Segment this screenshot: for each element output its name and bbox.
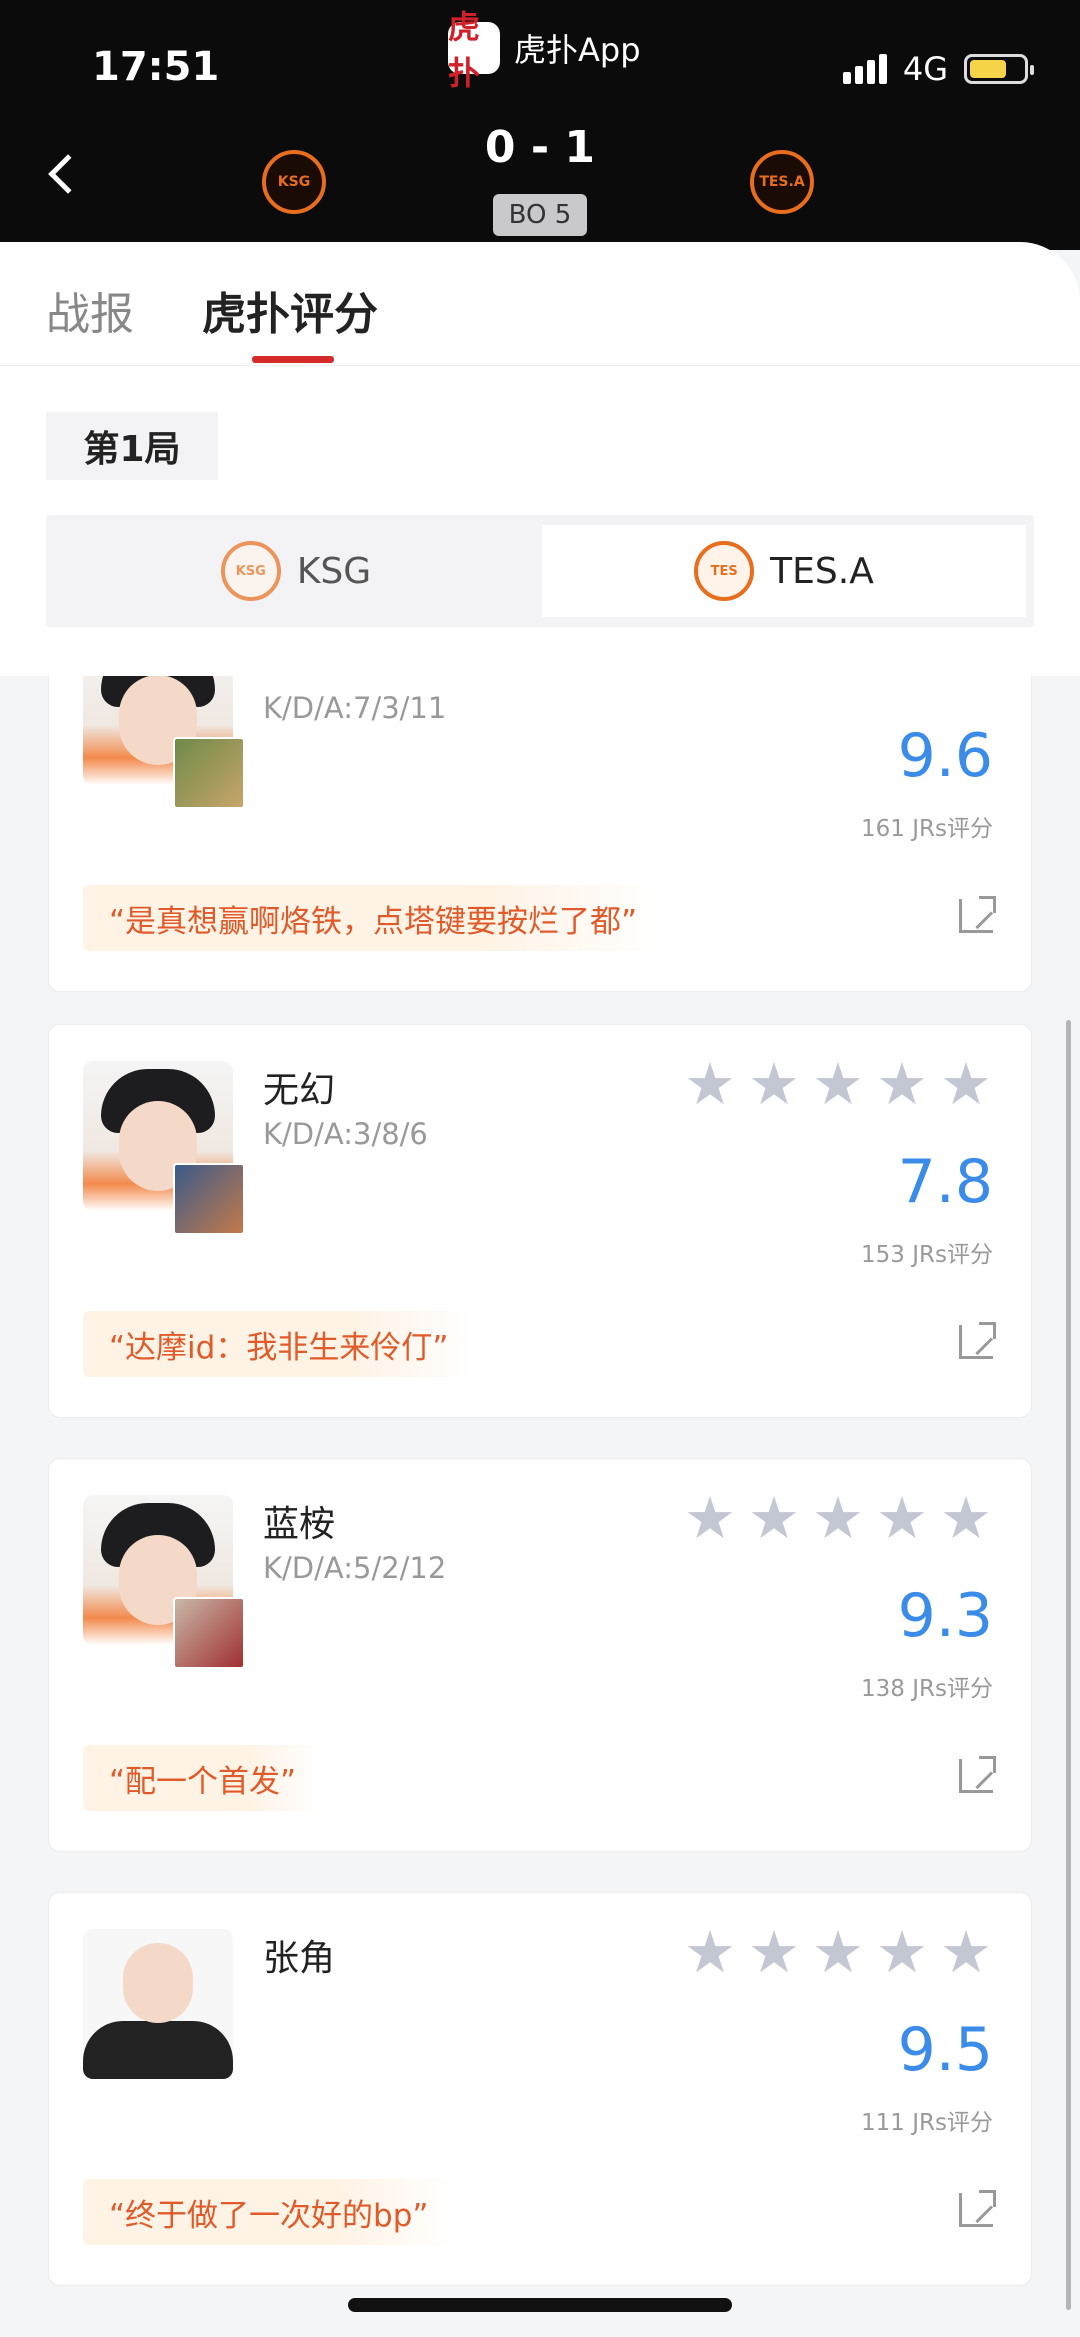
team-option-label: KSG xyxy=(296,550,372,592)
star-rating[interactable]: ★ ★ ★ ★ ★ xyxy=(683,1923,993,1981)
player-score: 9.6 xyxy=(897,721,993,791)
signal-icon xyxy=(842,54,887,84)
player-kda: K/D/A:3/8/6 xyxy=(263,1117,428,1151)
share-icon[interactable] xyxy=(959,1756,996,1793)
away-team-logo[interactable]: TES.A xyxy=(750,150,814,214)
star-icon[interactable]: ★ xyxy=(683,1489,737,1547)
star-icon[interactable]: ★ xyxy=(747,1923,801,1981)
team-option-ksg[interactable]: KSG KSG xyxy=(54,525,538,617)
player-card[interactable]: 张角 ★ ★ ★ ★ ★ 9.5 111 JRs评分 “终于做了一次好的bp” xyxy=(48,1892,1032,2286)
rating-count: 111 JRs评分 xyxy=(861,2110,993,2136)
status-time: 17:51 xyxy=(92,44,220,90)
star-icon[interactable]: ★ xyxy=(939,1489,993,1547)
player-kda: K/D/A:7/3/11 xyxy=(263,691,447,725)
top-comment[interactable]: “是真想赢啊烙铁，点塔键要按烂了都” xyxy=(83,885,664,951)
team-switch: KSG KSG TES TES.A xyxy=(46,515,1034,627)
team-option-label: TES.A xyxy=(770,550,874,592)
coach-avatar[interactable] xyxy=(83,1929,233,2079)
star-icon[interactable]: ★ xyxy=(811,1489,865,1547)
player-card[interactable]: 无幻 K/D/A:3/8/6 ★ ★ ★ ★ ★ 7.8 153 JRs评分 “达摩id… xyxy=(48,1024,1032,1418)
player-score: 9.5 xyxy=(897,2015,993,2085)
star-rating[interactable]: ★ ★ ★ ★ ★ xyxy=(683,1489,993,1547)
team-option-tesa[interactable]: TES TES.A xyxy=(542,525,1026,617)
match-header: 17:51 虎扑 虎扑App 4G KSG 0 - 1 BO 5 TES.A xyxy=(0,0,1080,250)
star-icon[interactable]: ★ xyxy=(811,1923,865,1981)
rating-count: 138 JRs评分 xyxy=(861,1676,993,1702)
star-icon[interactable]: ★ xyxy=(747,1055,801,1113)
player-card[interactable]: K/D/A:7/3/11 9.6 161 JRs评分 “是真想赢啊烙铁，点塔键要… xyxy=(48,676,1032,992)
star-icon[interactable]: ★ xyxy=(875,1055,929,1113)
star-icon[interactable]: ★ xyxy=(939,1055,993,1113)
player-name: 蓝桉 xyxy=(263,1504,336,1545)
top-comment[interactable]: “配一个首发” xyxy=(83,1745,323,1811)
player-score: 9.3 xyxy=(897,1581,993,1651)
share-icon[interactable] xyxy=(959,2190,996,2227)
rating-count: 153 JRs评分 xyxy=(861,1242,993,1268)
tab-hupu-rating[interactable]: 虎扑评分 xyxy=(202,278,378,342)
hero-avatar xyxy=(173,1163,245,1235)
star-icon[interactable]: ★ xyxy=(811,1055,865,1113)
match-score: 0 - 1 xyxy=(484,122,596,173)
hero-avatar xyxy=(173,1597,245,1669)
match-format-badge: BO 5 xyxy=(493,194,587,236)
scrollbar[interactable] xyxy=(1066,1020,1071,2310)
star-icon[interactable]: ★ xyxy=(683,1923,737,1981)
star-icon[interactable]: ★ xyxy=(747,1489,801,1547)
player-name: 无幻 xyxy=(263,1070,336,1111)
share-icon[interactable] xyxy=(959,1322,996,1359)
star-icon[interactable]: ★ xyxy=(683,1055,737,1113)
share-icon[interactable] xyxy=(959,896,996,933)
player-card[interactable]: 蓝桉 K/D/A:5/2/12 ★ ★ ★ ★ ★ 9.3 138 JRs评分 “配一个… xyxy=(48,1458,1032,1852)
player-score: 7.8 xyxy=(897,1147,993,1217)
app-badge: 虎扑 虎扑App xyxy=(448,8,641,92)
home-indicator[interactable] xyxy=(348,2298,732,2312)
status-indicators: 4G xyxy=(842,50,1034,88)
rating-count: 161 JRs评分 xyxy=(861,816,993,842)
game-selector[interactable]: 第1局 xyxy=(46,412,218,480)
app-name: 虎扑App xyxy=(514,31,641,69)
star-icon[interactable]: ★ xyxy=(875,1489,929,1547)
player-name: 张角 xyxy=(263,1938,336,1979)
player-rating-list[interactable]: K/D/A:7/3/11 9.6 161 JRs评分 “是真想赢啊烙铁，点塔键要… xyxy=(0,676,1080,2337)
ksg-logo-icon: KSG xyxy=(220,541,281,601)
tesa-logo-icon: TES xyxy=(694,541,755,601)
star-icon[interactable]: ★ xyxy=(939,1923,993,1981)
network-type: 4G xyxy=(902,50,948,88)
player-kda: K/D/A:5/2/12 xyxy=(263,1551,447,1585)
top-comment[interactable]: “终于做了一次好的bp” xyxy=(83,2179,455,2245)
hupu-logo-icon: 虎扑 xyxy=(448,8,500,92)
active-tab-indicator xyxy=(252,356,334,363)
tab-report[interactable]: 战报 xyxy=(46,278,134,342)
tab-divider xyxy=(0,365,1080,366)
star-icon[interactable]: ★ xyxy=(875,1923,929,1981)
hero-avatar xyxy=(173,737,245,809)
battery-icon xyxy=(964,54,1034,84)
star-rating[interactable]: ★ ★ ★ ★ ★ xyxy=(683,1055,993,1113)
top-comment[interactable]: “达摩id：我非生来伶仃” xyxy=(83,1311,475,1377)
